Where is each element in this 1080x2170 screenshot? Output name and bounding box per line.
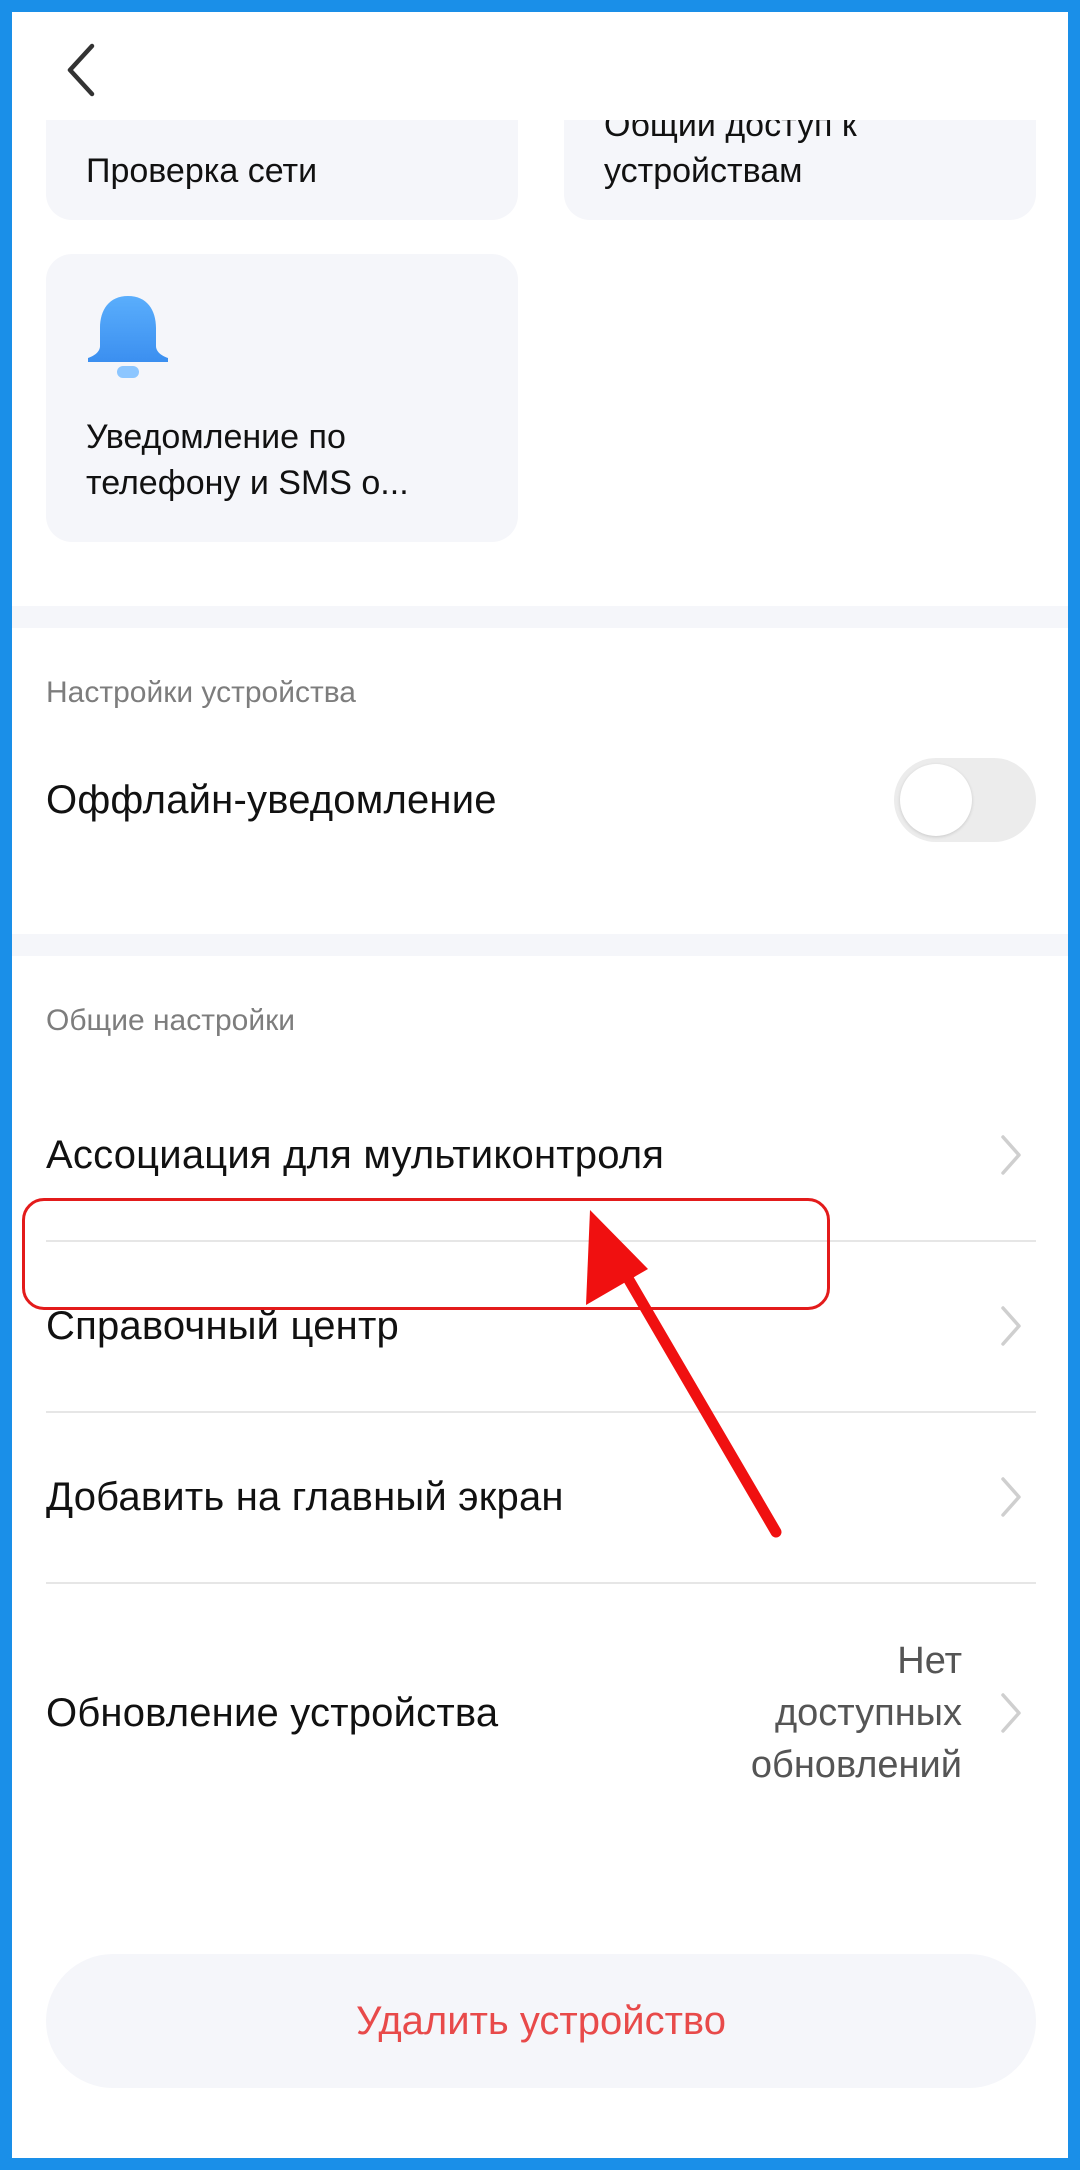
chevron-right-icon bbox=[1001, 1306, 1021, 1346]
update-status-line3: обновлений bbox=[750, 1744, 962, 1786]
device-update-status: Нет доступных обновлений bbox=[751, 1635, 962, 1791]
back-button[interactable] bbox=[52, 40, 112, 100]
settings-item-help-center[interactable]: Справочный центр bbox=[46, 1241, 1036, 1411]
settings-item-add-to-home[interactable]: Добавить на главный экран bbox=[46, 1412, 1036, 1582]
offline-notification-row: Оффлайн-уведомление bbox=[46, 730, 1036, 870]
device-sharing-label-line2: устройствам bbox=[604, 152, 803, 190]
chevron-right-icon bbox=[1001, 1693, 1021, 1733]
chevron-right-icon bbox=[1001, 1135, 1021, 1175]
phone-sms-label-line1: Уведомление по bbox=[86, 418, 346, 456]
general-settings-header: Общие настройки bbox=[46, 1004, 295, 1037]
device-settings-header: Настройки устройства bbox=[46, 676, 356, 709]
device-sharing-card[interactable]: Общий доступ к устройствам bbox=[564, 120, 1036, 220]
update-status-line1: Нет bbox=[897, 1640, 962, 1682]
chevron-right-icon bbox=[1001, 1477, 1021, 1517]
network-check-label: Проверка сети bbox=[86, 152, 318, 190]
chevron-left-icon bbox=[67, 43, 95, 97]
update-status-line2: доступных bbox=[774, 1692, 962, 1734]
toggle-knob bbox=[900, 764, 972, 836]
device-sharing-label-line1: Общий доступ к bbox=[604, 120, 857, 144]
offline-notification-label: Оффлайн-уведомление bbox=[46, 777, 497, 822]
delete-device-button[interactable]: Удалить устройство bbox=[46, 1954, 1036, 2088]
bell-icon bbox=[84, 292, 172, 387]
phone-sms-label-line2: телефону и SMS о... bbox=[86, 464, 409, 502]
device-update-label: Обновление устройства bbox=[46, 1690, 499, 1735]
add-to-home-label: Добавить на главный экран bbox=[46, 1474, 564, 1519]
section-divider bbox=[12, 606, 1068, 628]
device-settings-page: Проверка сети Общий доступ к устройствам bbox=[12, 12, 1068, 2158]
settings-item-multicontrol[interactable]: Ассоциация для мультиконтроля bbox=[46, 1070, 1036, 1240]
settings-scroll-area[interactable]: Проверка сети Общий доступ к устройствам bbox=[12, 120, 1068, 2158]
section-divider bbox=[12, 934, 1068, 956]
phone-sms-notification-card[interactable]: Уведомление по телефону и SMS о... bbox=[46, 254, 518, 542]
offline-notification-toggle[interactable] bbox=[894, 758, 1036, 842]
settings-item-device-update[interactable]: Обновление устройства Нет доступных обно… bbox=[46, 1583, 1036, 1843]
help-center-label: Справочный центр bbox=[46, 1303, 399, 1348]
multicontrol-label: Ассоциация для мультиконтроля bbox=[46, 1132, 665, 1177]
network-check-card[interactable]: Проверка сети bbox=[46, 120, 518, 220]
